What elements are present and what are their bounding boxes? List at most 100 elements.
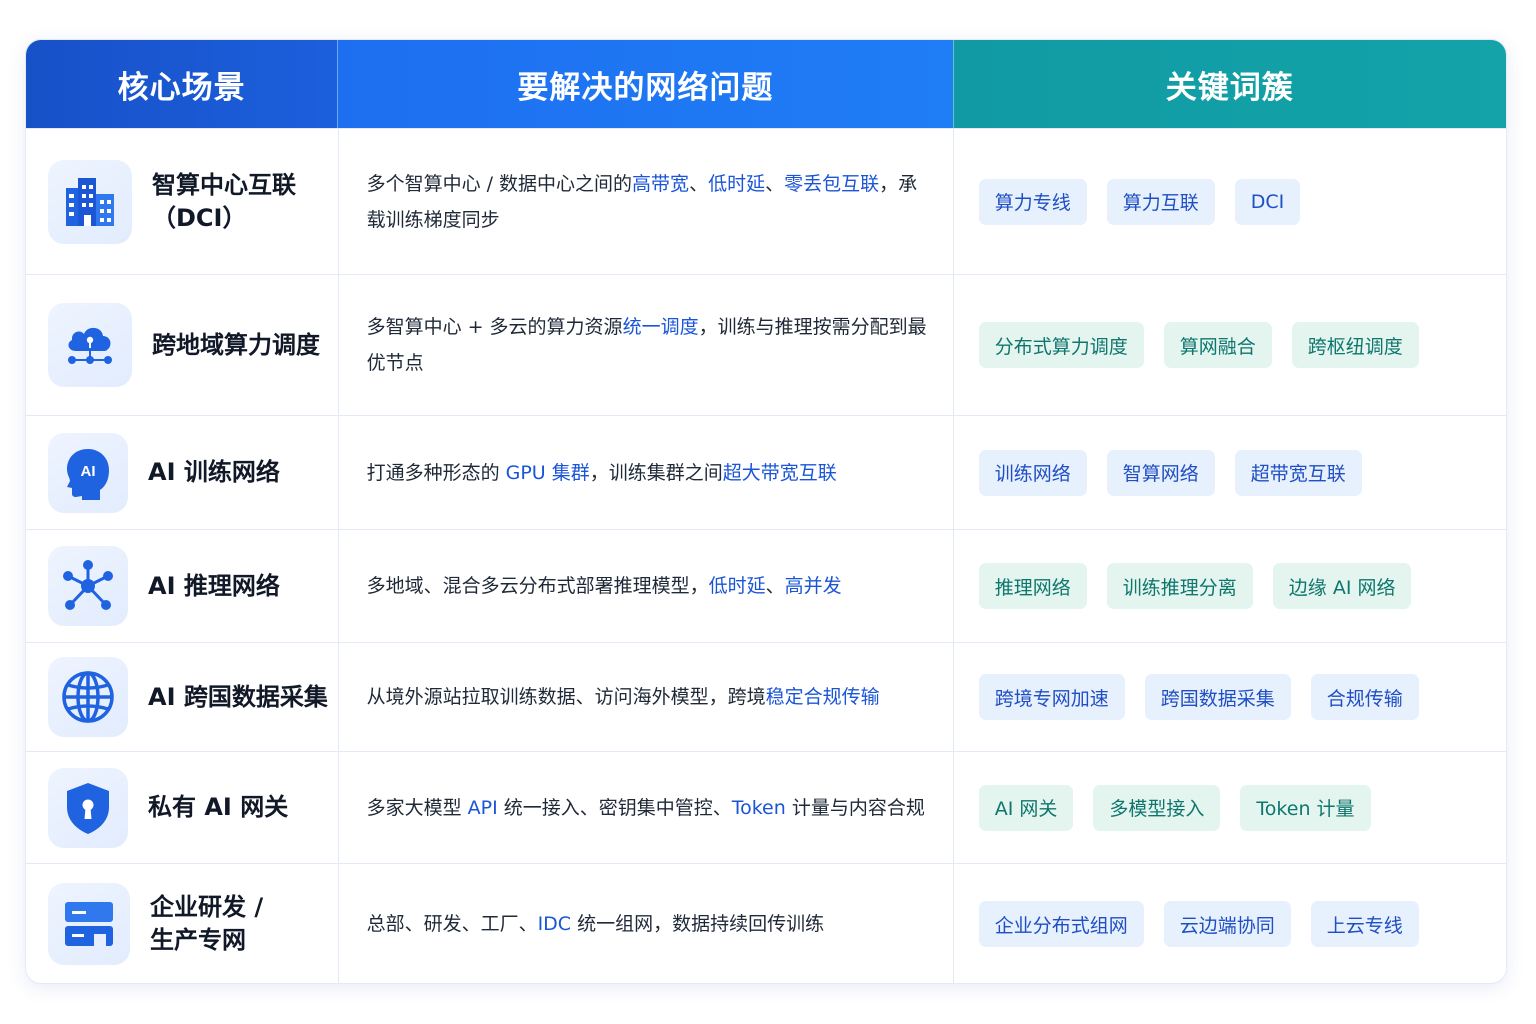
problem-cell: 从境外源站拉取训练数据、访问海外模型，跨境稳定合规传输 xyxy=(337,643,953,751)
problem-cell: 多地域、混合多云分布式部署推理模型，低时延、高并发 xyxy=(337,530,953,642)
problem-text-segment: 统一组网，数据持续回传训练 xyxy=(571,913,825,935)
keyword-tag: 算网融合 xyxy=(1163,322,1272,368)
problem-text: 多家大模型 API 统一接入、密钥集中管控、Token 计量与内容合规 xyxy=(367,790,925,826)
scenario-cell: 私有 AI 网关 xyxy=(26,752,338,863)
scenario-title: 跨地域算力调度 xyxy=(152,330,320,359)
keyword-tag: 企业分布式组网 xyxy=(978,901,1144,947)
keyword-tag: Token 计量 xyxy=(1240,784,1371,831)
table-row: 企业研发 / 生产专网 总部、研发、工厂、IDC 统一组网，数据持续回传训练 企… xyxy=(26,863,1506,983)
keyword-tag: AI 网关 xyxy=(978,784,1074,831)
keyword-cell: 算力专线 算力互联 DCI xyxy=(952,129,1506,274)
keyword-tag: 训练网络 xyxy=(978,449,1087,496)
problem-text: 打通多种形态的 GPU 集群，训练集群之间超大带宽互联 xyxy=(367,455,837,491)
icon-container xyxy=(48,303,132,387)
keyword-tags: 跨境专网加速 跨国数据采集 合规传输 xyxy=(978,674,1419,720)
keyword-cell: 推理网络 训练推理分离 边缘 AI 网络 xyxy=(952,530,1506,642)
problem-text-segment: 、 xyxy=(765,575,785,597)
problem-cell: 打通多种形态的 GPU 集群，训练集群之间超大带宽互联 xyxy=(337,416,953,529)
scenario-title: AI 训练网络 xyxy=(148,458,280,486)
problem-text-segment: 多智算中心 + 多云的算力资源 xyxy=(366,316,623,338)
highlight-text: 低时延 xyxy=(708,575,766,597)
problem-cell: 总部、研发、工厂、IDC 统一组网，数据持续回传训练 xyxy=(337,864,953,983)
highlight-text: 高带宽 xyxy=(632,172,690,195)
keyword-tags: 训练网络 智算网络 超带宽互联 xyxy=(978,449,1362,496)
keyword-tag: 算力互联 xyxy=(1106,178,1215,225)
problem-text: 多智算中心 + 多云的算力资源统一调度，训练与推理按需分配到最优节点 xyxy=(367,309,933,381)
problem-text-segment: ，训练集群之间 xyxy=(589,461,723,484)
keyword-tag: 推理网络 xyxy=(978,563,1087,609)
enterprise-network-icon xyxy=(65,902,113,946)
keyword-tag: 跨国数据采集 xyxy=(1144,674,1291,720)
problem-text-segment: 计量与内容合规 xyxy=(785,796,925,819)
problem-cell: 多家大模型 API 统一接入、密钥集中管控、Token 计量与内容合规 xyxy=(337,752,953,863)
scenario-cell: AI AI 训练网络 xyxy=(26,416,338,529)
keyword-tag: 云边端协同 xyxy=(1163,901,1291,947)
keyword-cell: 训练网络 智算网络 超带宽互联 xyxy=(952,416,1506,529)
table-row: 智算中心互联 （DCI） 多个智算中心 / 数据中心之间的高带宽、低时延、零丢包… xyxy=(26,128,1506,274)
keyword-tag: 智算网络 xyxy=(1106,449,1215,496)
keyword-cell: 分布式算力调度 算网融合 跨枢纽调度 xyxy=(952,275,1506,415)
keyword-tags: 推理网络 训练推理分离 边缘 AI 网络 xyxy=(978,563,1412,609)
problem-cell: 多智算中心 + 多云的算力资源统一调度，训练与推理按需分配到最优节点 xyxy=(337,275,953,415)
header-keyword-cluster: 关键词簇 xyxy=(952,40,1506,128)
problem-text: 从境外源站拉取训练数据、访问海外模型，跨境稳定合规传输 xyxy=(367,679,880,715)
keyword-cell: AI 网关 多模型接入 Token 计量 xyxy=(952,752,1506,863)
scenario-title: 智算中心互联 （DCI） xyxy=(152,170,296,232)
header-network-problem: 要解决的网络问题 xyxy=(337,40,953,128)
table-row: 私有 AI 网关 多家大模型 API 统一接入、密钥集中管控、Token 计量与… xyxy=(26,751,1506,863)
scenario-cell: 智算中心互联 （DCI） xyxy=(26,129,338,274)
problem-text-segment: 从境外源站拉取训练数据、访问海外模型，跨境 xyxy=(366,686,766,708)
keyword-tag: 训练推理分离 xyxy=(1106,563,1253,609)
keyword-tag: 多模型接入 xyxy=(1093,784,1221,831)
keyword-cell: 跨境专网加速 跨国数据采集 合规传输 xyxy=(952,643,1506,751)
keyword-tags: 企业分布式组网 云边端协同 上云专线 xyxy=(978,901,1419,947)
highlight-text: Token xyxy=(731,796,786,819)
table-header: 核心场景 要解决的网络问题 关键词簇 xyxy=(26,40,1506,128)
problem-text: 多个智算中心 / 数据中心之间的高带宽、低时延、零丢包互联，承载训练梯度同步 xyxy=(367,166,933,238)
ai-head-icon: AI xyxy=(67,448,109,500)
scenario-title: 企业研发 / 生产专网 xyxy=(150,893,264,954)
table-row: AI 推理网络 多地域、混合多云分布式部署推理模型，低时延、高并发 推理网络 训练… xyxy=(26,529,1506,642)
ai-label: AI xyxy=(81,463,96,480)
icon-container xyxy=(48,546,128,626)
problem-text-segment: 、 xyxy=(765,172,785,195)
keyword-tag: 算力专线 xyxy=(978,178,1087,225)
keyword-tag: 跨枢纽调度 xyxy=(1291,322,1419,368)
network-nodes-icon xyxy=(63,560,113,610)
keyword-tag: DCI xyxy=(1234,178,1301,225)
icon-container xyxy=(48,767,128,848)
keyword-tag: 边缘 AI 网络 xyxy=(1272,563,1412,609)
scenario-title: 私有 AI 网关 xyxy=(148,793,289,821)
keyword-tag: 跨境专网加速 xyxy=(978,674,1125,720)
icon-container: AI xyxy=(48,432,128,513)
problem-text-segment: 打通多种形态的 xyxy=(366,461,506,484)
problem-text-segment: 、 xyxy=(689,172,709,195)
highlight-text: 低时延 xyxy=(708,172,766,195)
highlight-text: 统一调度 xyxy=(622,316,699,338)
icon-container xyxy=(48,883,130,965)
highlight-text: 零丢包互联 xyxy=(784,172,880,195)
scenario-cell: AI 跨国数据采集 xyxy=(26,643,338,751)
problem-cell: 多个智算中心 / 数据中心之间的高带宽、低时延、零丢包互联，承载训练梯度同步 xyxy=(337,129,953,274)
scenario-cell: 跨地域算力调度 xyxy=(26,275,338,415)
problem-text-segment: 统一接入、密钥集中管控、 xyxy=(497,796,732,819)
scenario-table: 核心场景 要解决的网络问题 关键词簇 智算中心互联 （DCI） 多个智算中心 /… xyxy=(25,39,1507,984)
problem-text-segment: 多家大模型 xyxy=(366,796,468,819)
keyword-tag: 分布式算力调度 xyxy=(978,322,1144,368)
problem-text-segment: 多地域、混合多云分布式部署推理模型， xyxy=(366,575,709,597)
icon-container xyxy=(48,657,128,737)
problem-text: 多地域、混合多云分布式部署推理模型，低时延、高并发 xyxy=(367,568,842,604)
header-core-scenario: 核心场景 xyxy=(26,40,338,128)
problem-text: 总部、研发、工厂、IDC 统一组网，数据持续回传训练 xyxy=(367,906,825,942)
table-row: AI 跨国数据采集 从境外源站拉取训练数据、访问海外模型，跨境稳定合规传输 跨境… xyxy=(26,642,1506,751)
scenario-cell: 企业研发 / 生产专网 xyxy=(26,864,338,983)
globe-icon xyxy=(62,671,114,723)
shield-lock-icon xyxy=(67,782,109,834)
keyword-cell: 企业分布式组网 云边端协同 上云专线 xyxy=(952,864,1506,983)
table-row: 跨地域算力调度 多智算中心 + 多云的算力资源统一调度，训练与推理按需分配到最优… xyxy=(26,274,1506,415)
keyword-tag: 超带宽互联 xyxy=(1234,449,1362,496)
keyword-tags: 分布式算力调度 算网融合 跨枢纽调度 xyxy=(978,322,1419,368)
keyword-tag: 上云专线 xyxy=(1310,901,1419,947)
scenario-cell: AI 推理网络 xyxy=(26,530,338,642)
problem-text-segment: 总部、研发、工厂、 xyxy=(366,913,538,935)
